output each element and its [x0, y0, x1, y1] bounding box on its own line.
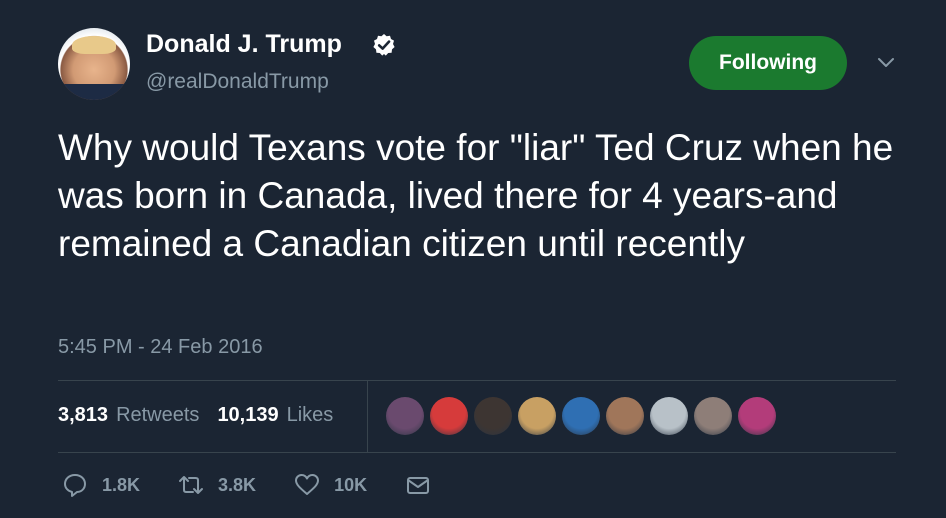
avatar-hair: [72, 36, 116, 54]
verified-badge-icon: [373, 34, 395, 56]
like-button[interactable]: 10K: [294, 472, 367, 498]
liker-avatar[interactable]: [694, 397, 732, 435]
tweet-timestamp[interactable]: 5:45 PM - 24 Feb 2016: [58, 336, 263, 359]
stats-divider: [367, 381, 368, 452]
tweet-text: Why would Texans vote for "liar" Ted Cru…: [58, 127, 894, 264]
retweets-label[interactable]: Retweets: [116, 404, 199, 427]
action-bar: 1.8K 3.8K 10K: [62, 472, 469, 498]
chevron-down-icon[interactable]: [876, 56, 896, 70]
likes-label[interactable]: Likes: [287, 404, 334, 427]
heart-icon: [295, 474, 320, 495]
liker-avatar[interactable]: [474, 397, 512, 435]
author-avatar[interactable]: [58, 28, 130, 100]
retweet-count: 3.8K: [218, 474, 257, 495]
divider-bottom: [58, 452, 896, 453]
liker-avatar[interactable]: [650, 397, 688, 435]
reply-button[interactable]: 1.8K: [62, 472, 140, 498]
tweet-stats: 3,813 Retweets 10,139 Likes: [58, 404, 343, 427]
author-name[interactable]: Donald J. Trump: [146, 30, 342, 59]
retweets-count[interactable]: 3,813: [58, 404, 108, 427]
reply-icon: [64, 474, 86, 497]
liker-avatar[interactable]: [606, 397, 644, 435]
liker-avatar[interactable]: [518, 397, 556, 435]
author-handle[interactable]: @realDonaldTrump: [146, 70, 329, 94]
liker-avatar[interactable]: [738, 397, 776, 435]
likes-count[interactable]: 10,139: [217, 404, 278, 427]
reply-count: 1.8K: [102, 474, 141, 495]
avatar-suit: [58, 84, 130, 100]
following-button[interactable]: Following: [689, 36, 847, 90]
liker-avatars: [386, 397, 776, 435]
direct-message-button[interactable]: [405, 472, 431, 498]
liker-avatar[interactable]: [430, 397, 468, 435]
divider-top: [58, 380, 896, 381]
liker-avatar[interactable]: [386, 397, 424, 435]
envelope-icon: [407, 477, 430, 494]
retweet-icon: [179, 476, 204, 494]
liker-avatar[interactable]: [562, 397, 600, 435]
like-count: 10K: [334, 474, 368, 495]
retweet-button[interactable]: 3.8K: [178, 472, 256, 498]
